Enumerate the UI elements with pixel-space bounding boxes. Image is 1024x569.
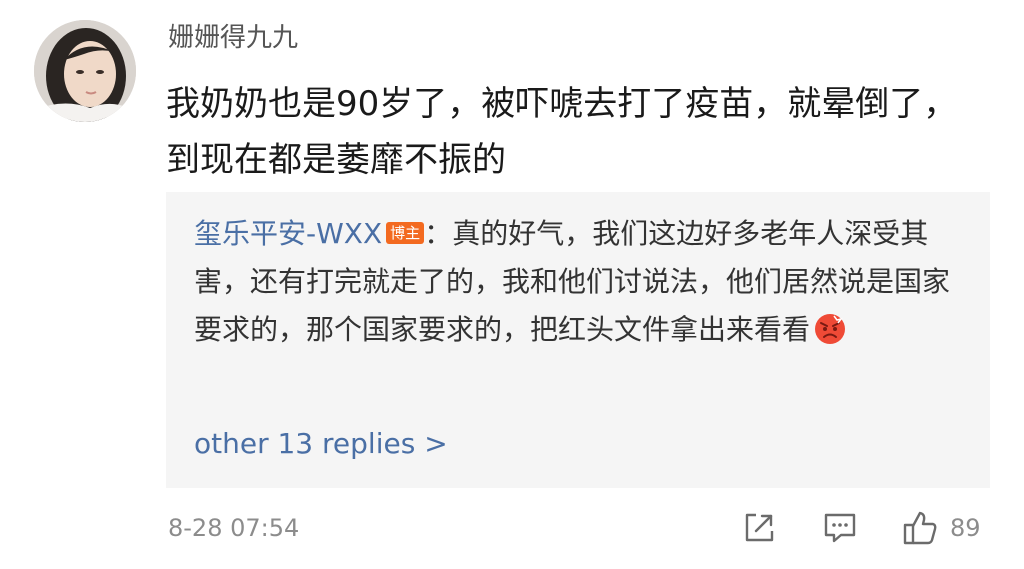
share-button[interactable] [742, 510, 776, 546]
angry-face-emoji [814, 312, 846, 360]
more-replies-link[interactable]: other 13 replies > [194, 424, 448, 464]
comment-icon [824, 513, 856, 543]
reply-box[interactable]: 玺乐平安-WXX 博主 ：真的好气，我们这边好多老年人深受其害，还有打完就走了的，我… [166, 192, 990, 488]
reply-separator: ： [424, 217, 453, 250]
comment-text: 我奶奶也是90岁了，被吓唬去打了疫苗，就晕倒了，到现在都是萎靡不振的 [166, 84, 958, 180]
like-count: 89 [950, 514, 981, 542]
reply-author[interactable]: 玺乐平安-WXX [194, 217, 382, 250]
avatar[interactable] [34, 20, 136, 122]
thumbs-up-icon [903, 511, 937, 545]
comment-button[interactable] [822, 510, 858, 546]
comment-username[interactable]: 姗姗得九九 [168, 20, 298, 56]
like-button[interactable]: 89 [902, 510, 981, 546]
reply-content: 玺乐平安-WXX 博主 ：真的好气，我们这边好多老年人深受其害，还有打完就走了的，我… [194, 210, 974, 360]
comment-timestamp: 8-28 07:54 [168, 514, 300, 542]
avatar-image [34, 20, 136, 122]
share-icon [745, 513, 774, 542]
blogger-badge: 博主 [386, 222, 425, 244]
